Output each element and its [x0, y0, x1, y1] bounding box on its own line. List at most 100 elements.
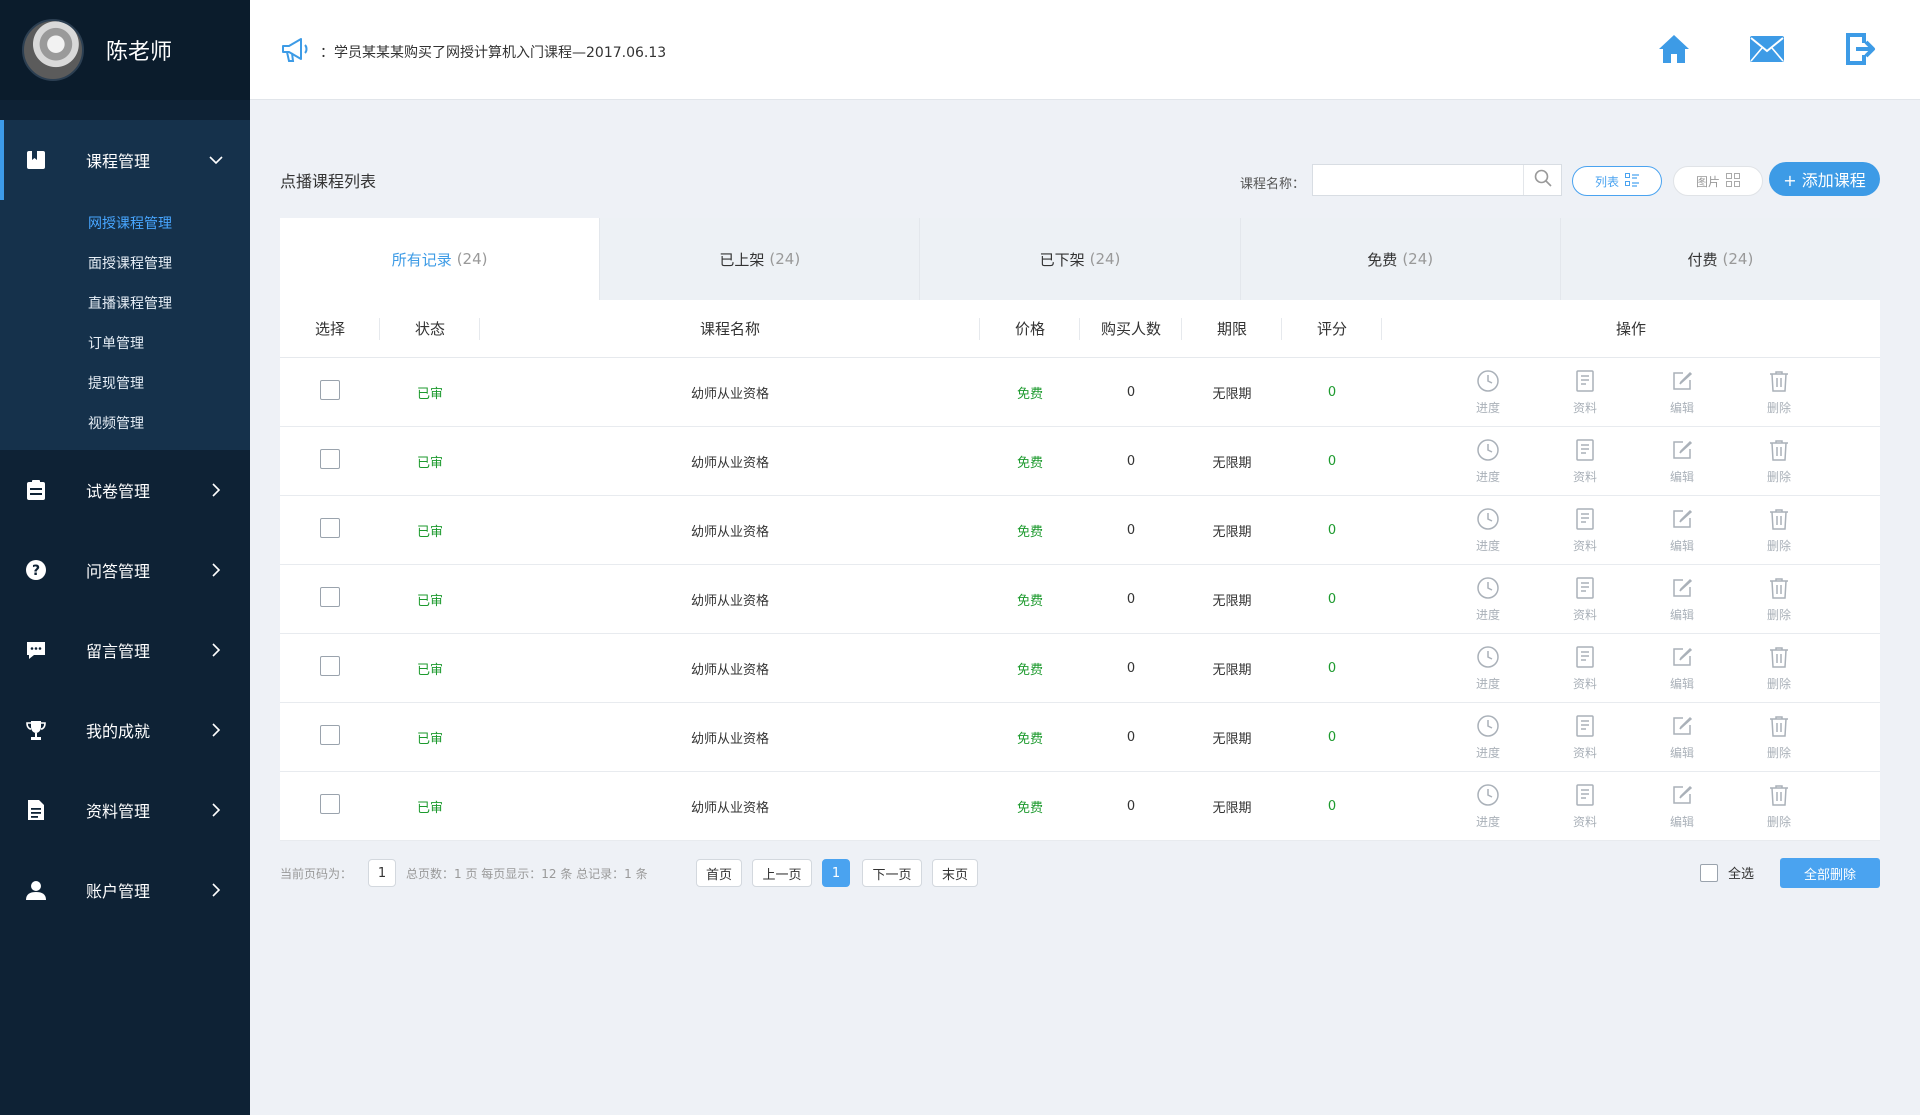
prev-page-button[interactable]: 上一页 [752, 859, 812, 887]
course-name-cell: 幼师从业资格 [690, 731, 769, 747]
material-action[interactable]: 资料 [1564, 507, 1606, 554]
select-cell [280, 794, 380, 818]
progress-action[interactable]: 进度 [1467, 645, 1509, 692]
submenu-online-course[interactable]: 网授课程管理 [0, 204, 250, 244]
avatar[interactable] [22, 19, 84, 81]
first-page-button[interactable]: 首页 [696, 859, 742, 887]
sidebar-item-message[interactable]: 留言管理 [0, 610, 250, 690]
progress-icon [1476, 645, 1500, 675]
delete-action[interactable]: 删除 [1758, 438, 1800, 485]
next-page-button[interactable]: 下一页 [862, 859, 922, 887]
edit-action[interactable]: 编辑 [1661, 369, 1703, 416]
material-action[interactable]: 资料 [1564, 783, 1606, 830]
sidebar-item-label: 资料管理 [86, 802, 151, 821]
edit-icon [1670, 438, 1694, 468]
submenu-withdraw[interactable]: 提现管理 [0, 364, 250, 404]
select-all[interactable]: 全选 [1700, 863, 1754, 882]
action-label: 编辑 [1669, 607, 1694, 622]
material-action[interactable]: 资料 [1564, 438, 1606, 485]
table-row: 已审 幼师从业资格 免费 0 无限期 0 进度 资料 编辑 删除 [280, 358, 1880, 427]
page-number-button[interactable]: 1 [822, 859, 850, 887]
material-action[interactable]: 资料 [1564, 576, 1606, 623]
score-cell: 0 [1327, 522, 1337, 538]
tab-on-shelf[interactable]: 已上架 (24) [600, 218, 921, 300]
sidebar-item-qa[interactable]: ? 问答管理 [0, 530, 250, 610]
view-picture-button[interactable]: 图片 [1673, 166, 1763, 196]
select-cell [280, 449, 380, 473]
notice-bar: ：学员某某某购买了网授计算机入门课程—2017.06.13 [280, 36, 666, 68]
edit-action[interactable]: 编辑 [1661, 783, 1703, 830]
material-action[interactable]: 资料 [1564, 645, 1606, 692]
delete-icon [1767, 369, 1791, 399]
row-checkbox[interactable] [320, 449, 340, 469]
search-box [1312, 164, 1562, 196]
sidebar-item-achievement[interactable]: 我的成就 [0, 690, 250, 770]
search-input[interactable] [1313, 165, 1523, 195]
grid-view-icon [1726, 172, 1740, 190]
row-checkbox[interactable] [320, 587, 340, 607]
select-all-checkbox[interactable] [1700, 863, 1718, 882]
edit-action[interactable]: 编辑 [1661, 507, 1703, 554]
progress-action[interactable]: 进度 [1467, 507, 1509, 554]
delete-action[interactable]: 删除 [1758, 369, 1800, 416]
top-header: ：学员某某某购买了网授计算机入门课程—2017.06.13 [250, 0, 1920, 100]
tab-all[interactable]: 所有记录 (24) [280, 218, 601, 300]
delete-all-button[interactable]: 全部删除 [1780, 858, 1880, 888]
sidebar-item-exam[interactable]: 试卷管理 [0, 450, 250, 530]
megaphone-icon [280, 36, 312, 68]
edit-action[interactable]: 编辑 [1661, 576, 1703, 623]
delete-action[interactable]: 删除 [1758, 714, 1800, 761]
action-label: 资料 [1572, 745, 1597, 760]
delete-icon [1767, 645, 1791, 675]
search-button[interactable] [1523, 165, 1561, 195]
header-operations: 操作 [1615, 320, 1646, 338]
row-checkbox[interactable] [320, 725, 340, 745]
action-label: 编辑 [1669, 400, 1694, 415]
logout-icon[interactable] [1841, 30, 1879, 68]
submenu-live-course[interactable]: 直播课程管理 [0, 284, 250, 324]
edit-action[interactable]: 编辑 [1661, 714, 1703, 761]
current-page-input[interactable]: 1 [368, 859, 396, 887]
tab-off-shelf[interactable]: 已下架 (24) [920, 218, 1241, 300]
progress-action[interactable]: 进度 [1467, 783, 1509, 830]
row-checkbox[interactable] [320, 518, 340, 538]
submenu-offline-course[interactable]: 面授课程管理 [0, 244, 250, 284]
select-cell [280, 587, 380, 611]
row-checkbox[interactable] [320, 656, 340, 676]
progress-action[interactable]: 进度 [1467, 438, 1509, 485]
edit-icon [1670, 783, 1694, 813]
price-cell: 免费 [1016, 386, 1043, 402]
add-course-button[interactable]: + 添加课程 [1769, 162, 1880, 196]
tab-free[interactable]: 免费 (24) [1240, 218, 1561, 300]
home-icon[interactable] [1655, 30, 1693, 68]
edit-action[interactable]: 编辑 [1661, 438, 1703, 485]
last-page-button[interactable]: 末页 [932, 859, 978, 887]
tab-paid[interactable]: 付费 (24) [1560, 218, 1881, 300]
delete-action[interactable]: 删除 [1758, 645, 1800, 692]
material-action[interactable]: 资料 [1564, 714, 1606, 761]
material-action[interactable]: 资料 [1564, 369, 1606, 416]
progress-action[interactable]: 进度 [1467, 576, 1509, 623]
sidebar-item-course[interactable]: 课程管理 [0, 120, 250, 200]
chevron-right-icon [208, 722, 224, 738]
sidebar-item-material[interactable]: 资料管理 [0, 770, 250, 850]
edit-action[interactable]: 编辑 [1661, 645, 1703, 692]
delete-action[interactable]: 删除 [1758, 507, 1800, 554]
delete-action[interactable]: 删除 [1758, 576, 1800, 623]
progress-action[interactable]: 进度 [1467, 714, 1509, 761]
row-checkbox[interactable] [320, 794, 340, 814]
row-checkbox[interactable] [320, 380, 340, 400]
sidebar-item-account[interactable]: 账户管理 [0, 850, 250, 930]
material-icon [1573, 783, 1597, 813]
edit-icon [1670, 645, 1694, 675]
operations-cell: 进度 资料 编辑 删除 [1382, 576, 1880, 623]
progress-icon [1476, 438, 1500, 468]
course-name-cell: 幼师从业资格 [690, 800, 769, 816]
submenu-video[interactable]: 视频管理 [0, 404, 250, 444]
chevron-right-icon [208, 642, 224, 658]
delete-action[interactable]: 删除 [1758, 783, 1800, 830]
mail-icon[interactable] [1748, 30, 1786, 68]
progress-action[interactable]: 进度 [1467, 369, 1509, 416]
submenu-orders[interactable]: 订单管理 [0, 324, 250, 364]
view-list-button[interactable]: 列表 [1572, 166, 1662, 196]
